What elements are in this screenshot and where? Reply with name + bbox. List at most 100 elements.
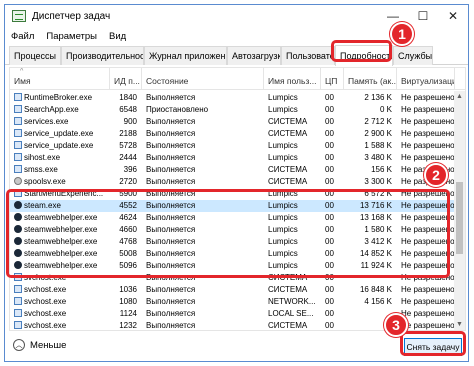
- scroll-up-icon[interactable]: ▲: [454, 91, 465, 102]
- tab-app-history[interactable]: Журнал приложений: [144, 46, 227, 65]
- process-cpu: 00: [325, 129, 334, 138]
- tab-processes[interactable]: Процессы: [9, 46, 61, 65]
- process-cpu: 00: [325, 165, 334, 174]
- printer-service-icon: [14, 177, 22, 185]
- process-status: Приостановлено: [146, 105, 209, 114]
- tab-startup[interactable]: Автозагрузка: [227, 46, 281, 65]
- process-memory: 0 K: [379, 105, 392, 114]
- process-virtualization: Не разрешено: [401, 285, 455, 294]
- table-row[interactable]: spoolsv.exe 2720 Выполняется СИСТЕМА 00 3 300…: [10, 176, 455, 188]
- column-header-cpu[interactable]: ЦП: [321, 68, 344, 90]
- process-name: services.exe: [10, 116, 110, 128]
- process-name-text: spoolsv.exe: [24, 177, 66, 186]
- process-memory: 156 K: [371, 165, 392, 174]
- callout-badge-2: 2: [424, 163, 448, 187]
- process-pid: 1080: [119, 297, 137, 306]
- table-row[interactable]: svchost.exe 1080 Выполняется NETWORK... 00 4 …: [10, 296, 455, 308]
- process-cpu: 00: [325, 141, 334, 150]
- steam-processes-highlight: [6, 189, 450, 278]
- process-memory: 2 900 K: [364, 129, 392, 138]
- column-header-status[interactable]: Состояние: [142, 68, 264, 90]
- process-memory: 2 136 K: [364, 93, 392, 102]
- process-status: Выполняется: [146, 117, 196, 126]
- column-header-name[interactable]: Имя: [10, 68, 110, 90]
- table-header: ^ Имя ИД п... Состояние Имя польз... ЦП …: [10, 68, 465, 90]
- process-name: svchost.exe: [10, 296, 110, 308]
- maximize-button[interactable]: ☐: [408, 5, 438, 27]
- scroll-thumb[interactable]: [456, 182, 463, 254]
- process-status: Выполняется: [146, 321, 196, 330]
- process-pid: 1840: [119, 93, 137, 102]
- process-user: Lumpics: [268, 141, 298, 150]
- details-tab-highlight: [331, 40, 392, 62]
- process-user: LOCAL SE...: [268, 309, 314, 318]
- process-user: NETWORK...: [268, 297, 316, 306]
- process-pid: 1232: [119, 321, 137, 330]
- process-name-text: svchost.exe: [24, 321, 67, 330]
- process-name-text: SearchApp.exe: [24, 105, 79, 114]
- process-virtualization: Не разрешено: [401, 117, 455, 126]
- process-icon: [14, 165, 22, 173]
- window-title: Диспетчер задач: [32, 10, 111, 22]
- tab-bar: Процессы Производительность Журнал прило…: [5, 45, 468, 66]
- process-memory: 1 588 K: [364, 141, 392, 150]
- process-icon: [14, 153, 22, 161]
- menu-bar: Файл Параметры Вид: [5, 28, 132, 44]
- process-cpu: 00: [325, 153, 334, 162]
- process-icon: [14, 93, 22, 101]
- menu-view[interactable]: Вид: [103, 31, 132, 42]
- tab-performance[interactable]: Производительность: [61, 46, 144, 65]
- close-button[interactable]: ✕: [438, 5, 468, 27]
- menu-file[interactable]: Файл: [5, 31, 40, 42]
- process-icon: [14, 117, 22, 125]
- column-header-memory[interactable]: Память (ак...: [344, 68, 397, 90]
- process-icon: [14, 141, 22, 149]
- footer: ︿ Меньше Снять задачу: [5, 333, 468, 361]
- table-row[interactable]: smss.exe396ВыполняетсяСИСТЕМА00156 KНе р…: [10, 164, 455, 176]
- process-memory: 4 156 K: [364, 297, 392, 306]
- fewer-details-button[interactable]: ︿ Меньше: [13, 339, 66, 351]
- process-pid: 2188: [119, 129, 137, 138]
- process-name: service_update.exe: [10, 128, 110, 140]
- tab-services[interactable]: Службы: [393, 46, 433, 65]
- process-icon: [14, 105, 22, 113]
- process-name-text: sihost.exe: [24, 153, 61, 162]
- process-virtualization: Не разрешено: [401, 297, 455, 306]
- process-name: spoolsv.exe: [10, 176, 110, 188]
- process-name: SearchApp.exe: [10, 104, 110, 116]
- process-user: Lumpics: [268, 105, 298, 114]
- tab-users[interactable]: Пользовате: [281, 46, 335, 65]
- process-user: Lumpics: [268, 93, 298, 102]
- scroll-down-icon[interactable]: ▼: [454, 319, 465, 330]
- process-icon: [14, 297, 22, 305]
- process-cpu: 00: [325, 105, 334, 114]
- process-pid: 5728: [119, 141, 137, 150]
- process-status: Выполняется: [146, 93, 196, 102]
- column-header-user[interactable]: Имя польз...: [264, 68, 321, 90]
- process-user: СИСТЕМА: [268, 285, 308, 294]
- vertical-scrollbar[interactable]: ▲ ▼: [454, 91, 465, 330]
- process-pid: 2444: [119, 153, 137, 162]
- process-pid: 2720: [119, 177, 137, 186]
- process-name: RuntimeBroker.exe: [10, 92, 110, 104]
- process-pid: 6548: [119, 105, 137, 114]
- process-pid: 900: [123, 117, 137, 126]
- process-user: СИСТЕМА: [268, 117, 308, 126]
- menu-options[interactable]: Параметры: [40, 31, 103, 42]
- column-header-pid[interactable]: ИД п...: [110, 68, 142, 90]
- process-user: СИСТЕМА: [268, 177, 308, 186]
- window-controls: — ☐ ✕: [378, 5, 468, 27]
- table-row[interactable]: SearchApp.exe 6548 Приостановлено Lumpics 00…: [10, 104, 455, 116]
- end-task-highlight: [400, 331, 466, 356]
- table-row[interactable]: svchost.exe 1036 Выполняется СИСТЕМА 00 16 84…: [10, 284, 455, 296]
- table-row[interactable]: RuntimeBroker.exe 1840 Выполняется Lumpics 0…: [10, 92, 455, 104]
- table-row[interactable]: service_update.exe 2188 Выполняется СИСТЕМА…: [10, 128, 455, 140]
- process-name-text: svchost.exe: [24, 285, 67, 294]
- process-name: svchost.exe: [10, 284, 110, 296]
- table-row[interactable]: service_update.exe 5728 Выполняется Lumpics…: [10, 140, 455, 152]
- table-row[interactable]: sihost.exe 2444 Выполняется Lumpics 00 3 480 …: [10, 152, 455, 164]
- process-pid: 396: [123, 165, 137, 174]
- process-name-text: smss.exe: [24, 165, 58, 174]
- column-header-virtualization[interactable]: Виртуализаци...: [397, 68, 455, 90]
- table-row[interactable]: services.exe 900 Выполняется СИСТЕМА 00 2 712…: [10, 116, 455, 128]
